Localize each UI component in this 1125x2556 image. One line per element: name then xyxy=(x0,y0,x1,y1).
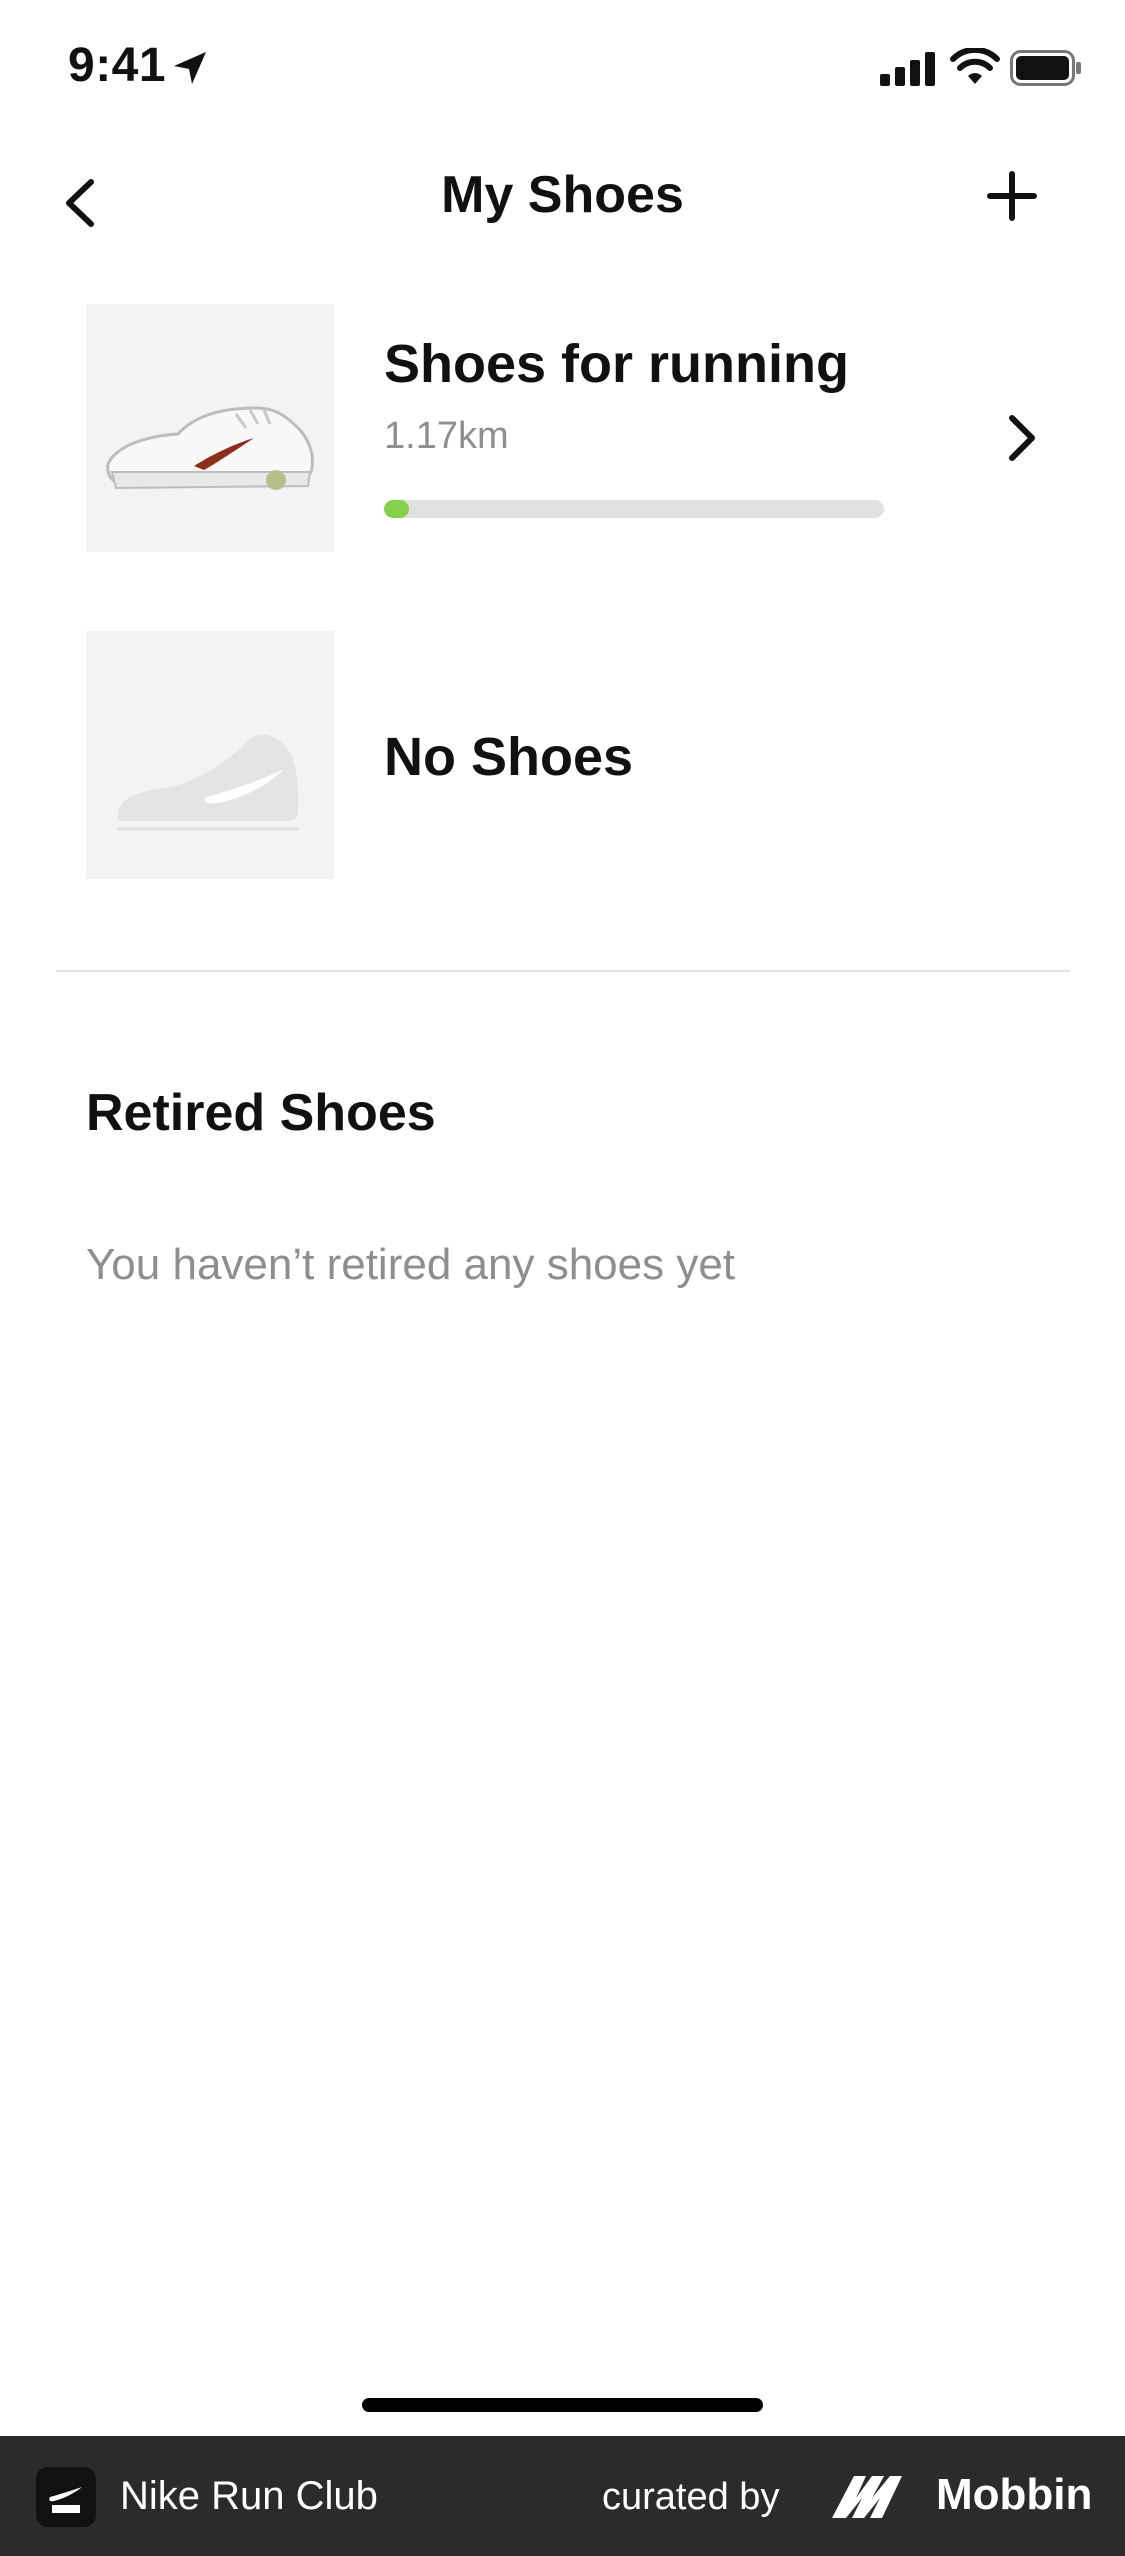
wifi-icon xyxy=(950,48,1000,84)
add-shoe-button[interactable] xyxy=(984,168,1040,224)
chevron-right-icon[interactable] xyxy=(1002,410,1042,466)
location-arrow-icon xyxy=(174,52,206,84)
curated-by-label: curated by xyxy=(602,2476,780,2518)
retired-empty-message: You haven’t retired any shoes yet xyxy=(86,1240,736,1289)
shoe-name[interactable]: Shoes for running xyxy=(384,333,849,395)
section-divider xyxy=(56,970,1070,972)
no-shoes-label[interactable]: No Shoes xyxy=(384,726,633,788)
page-title: My Shoes xyxy=(441,166,684,224)
shoe-thumbnail-placeholder[interactable] xyxy=(86,631,334,879)
app-name: Nike Run Club xyxy=(120,2474,378,2518)
shoe-progress-bar xyxy=(384,500,884,518)
shoe-placeholder-icon xyxy=(117,734,299,831)
mobbin-logo-icon xyxy=(832,2476,902,2518)
cellular-signal-icon xyxy=(880,52,935,86)
retired-shoes-heading: Retired Shoes xyxy=(86,1084,436,1142)
nrc-app-icon xyxy=(36,2467,96,2527)
shoe-thumbnail[interactable] xyxy=(86,304,334,552)
shoe-distance: 1.17km xyxy=(384,415,509,457)
status-time: 9:41 xyxy=(68,39,167,92)
home-indicator xyxy=(362,2398,763,2412)
white-sneaker-icon xyxy=(106,406,314,490)
shoe-progress-fill xyxy=(384,500,409,518)
battery-icon xyxy=(1010,50,1081,86)
mobbin-brand: Mobbin xyxy=(936,2470,1093,2519)
